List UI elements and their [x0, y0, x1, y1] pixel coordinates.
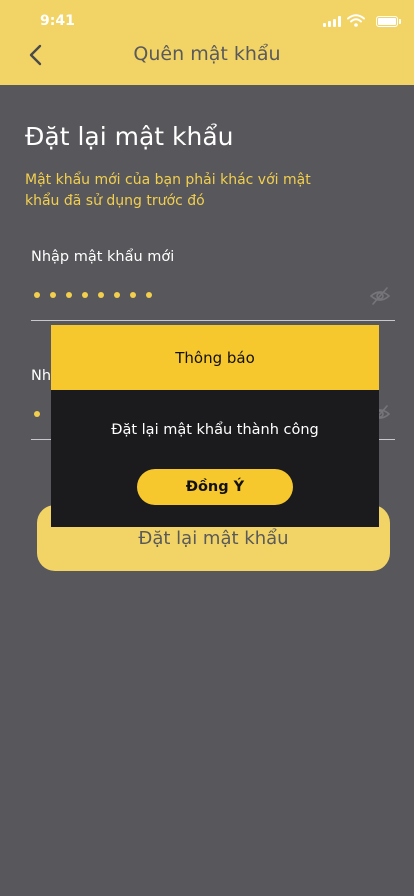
new-password-label: Nhập mật khẩu mới — [31, 249, 175, 265]
success-dialog: Thông báo Đặt lại mật khẩu thành công Đồ… — [51, 325, 379, 527]
dialog-message: Đặt lại mật khẩu thành công — [111, 422, 319, 438]
dialog-title: Thông báo — [175, 348, 255, 367]
confirm-password-label: Nh — [31, 368, 52, 384]
dialog-header: Thông báo — [51, 325, 379, 390]
agree-button[interactable]: Đồng Ý — [137, 469, 293, 505]
header-title: Quên mật khẩu — [133, 43, 281, 65]
battery-icon — [376, 16, 398, 27]
header: 9:41 Quên mật khẩu — [0, 0, 414, 85]
signal-icon — [323, 16, 341, 27]
status-time: 9:41 — [40, 13, 75, 29]
confirm-password-input[interactable] — [34, 411, 40, 417]
eye-off-icon[interactable] — [369, 285, 391, 307]
page-title: Đặt lại mật khẩu — [25, 122, 234, 151]
reset-password-button-label: Đặt lại mật khẩu — [138, 527, 289, 549]
status-bar: 9:41 — [0, 0, 414, 40]
new-password-underline — [31, 320, 395, 321]
new-password-input[interactable] — [34, 292, 152, 298]
battery-tip — [399, 19, 401, 24]
page-subtitle: Mật khẩu mới của bạn phải khác với mật k… — [25, 172, 311, 209]
agree-button-label: Đồng Ý — [185, 479, 245, 495]
wifi-icon — [347, 14, 365, 27]
